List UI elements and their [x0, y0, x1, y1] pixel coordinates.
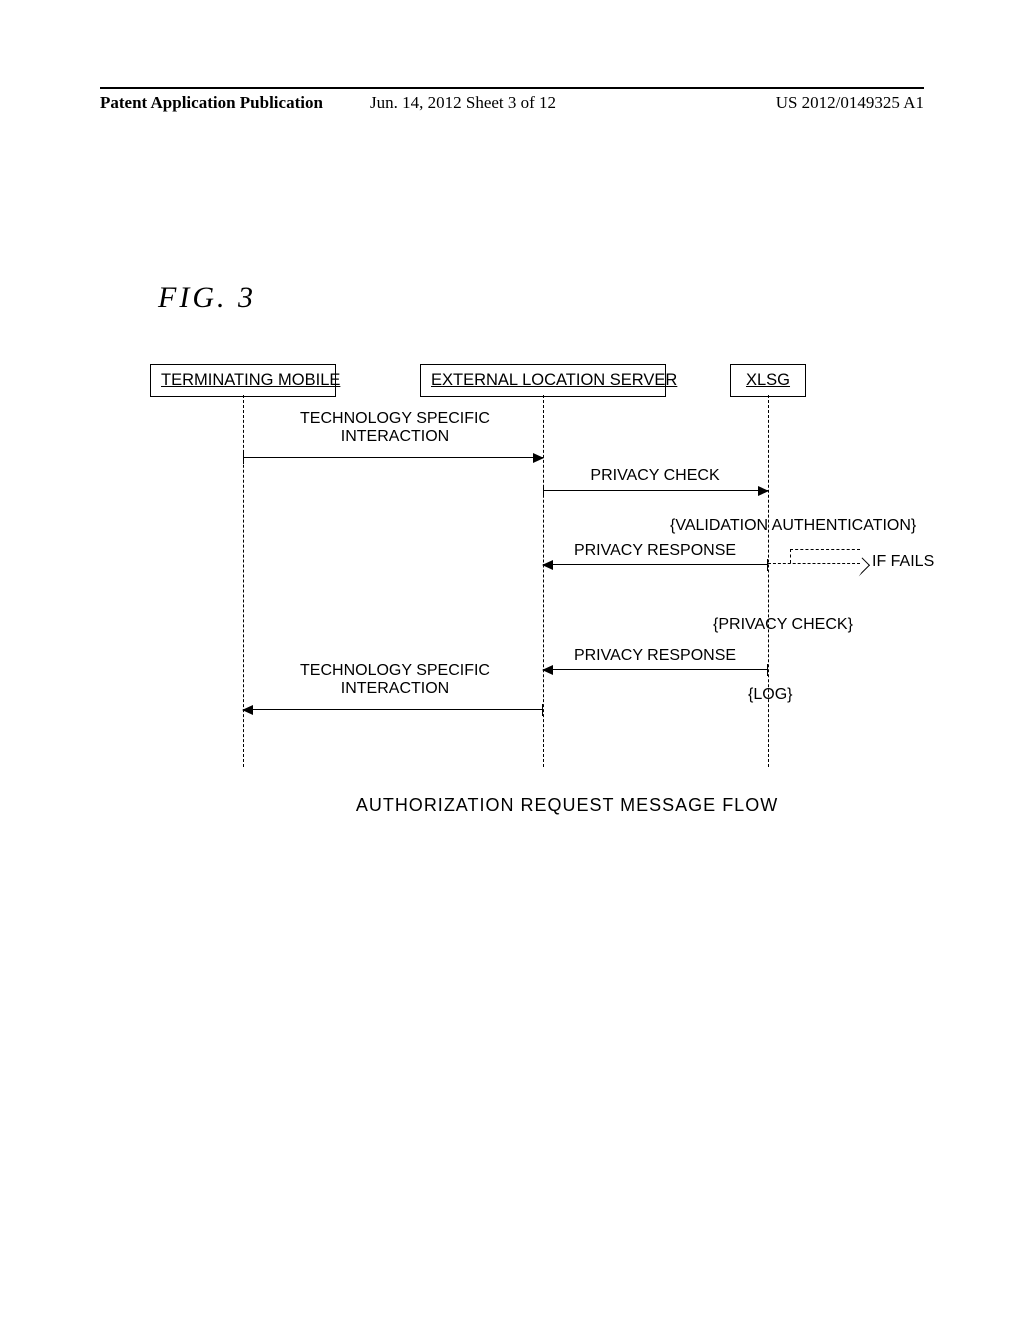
sequence-diagram: TERMINATING MOBILE EXTERNAL LOCATION SER…: [150, 364, 896, 774]
msg-privacy-response-1-label: PRIVACY RESPONSE: [545, 542, 765, 560]
header-left: Patent Application Publication: [100, 93, 323, 113]
msg-privacy-check-label: PRIVACY CHECK: [545, 467, 765, 485]
msg-tech-specific-2-label: TECHNOLOGY SPECIFIC INTERACTION: [270, 662, 520, 698]
note-privacy-check-2: {PRIVACY CHECK}: [713, 616, 853, 634]
arrow-tech-specific-2: [243, 709, 543, 710]
fail-arrow-v: [790, 549, 791, 563]
diagram-caption: AUTHORIZATION REQUEST MESSAGE FLOW: [300, 795, 834, 816]
participant-terminating-mobile: TERMINATING MOBILE: [150, 364, 336, 397]
fail-arrow-h-top: [790, 549, 860, 550]
arrow-tech-specific-1: [243, 457, 543, 458]
participant-external-location-server: EXTERNAL LOCATION SERVER: [420, 364, 666, 397]
msg-tech-specific-1-label: TECHNOLOGY SPECIFIC INTERACTION: [270, 410, 520, 446]
note-log: {LOG}: [748, 686, 792, 704]
msg-privacy-response-2-label: PRIVACY RESPONSE: [545, 647, 765, 665]
arrow-privacy-check: [543, 490, 768, 491]
header-right: US 2012/0149325 A1: [776, 93, 924, 113]
figure-label: FIG. 3: [158, 281, 256, 315]
note-validation-auth: {VALIDATION AUTHENTICATION}: [670, 517, 916, 535]
note-if-fails: IF FAILS: [872, 553, 934, 571]
page: Patent Application Publication Jun. 14, …: [0, 0, 1024, 1320]
arrow-privacy-response-1: [543, 564, 768, 565]
fail-arrow-h-bottom: [768, 563, 860, 564]
lifeline-external-location-server: [543, 395, 544, 767]
participant-xlsg: XLSG: [730, 364, 806, 397]
header-mid: Jun. 14, 2012 Sheet 3 of 12: [370, 93, 556, 113]
lifeline-xlsg: [768, 395, 769, 767]
header-rule: [100, 87, 924, 89]
arrow-privacy-response-2: [543, 669, 768, 670]
